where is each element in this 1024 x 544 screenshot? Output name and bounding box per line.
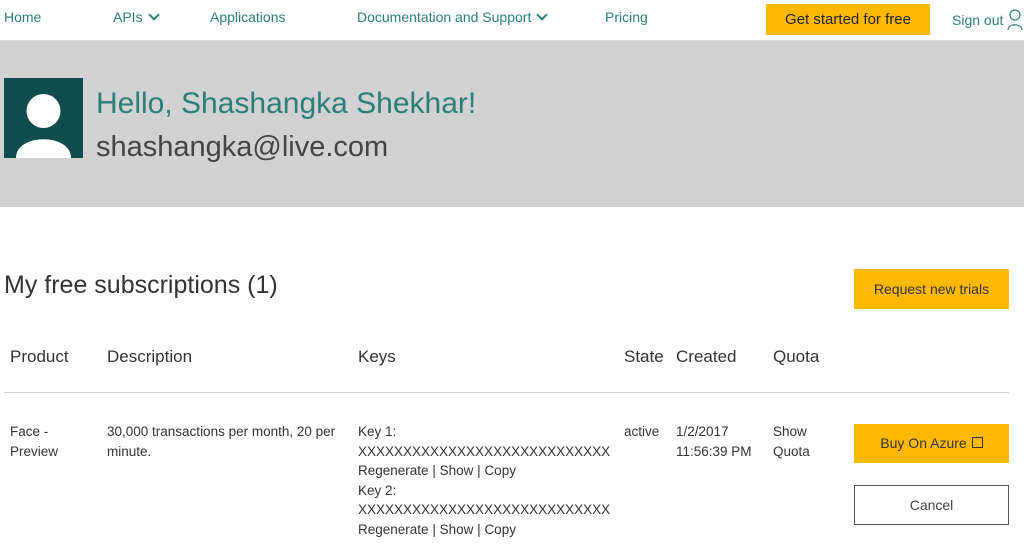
- nav-apis[interactable]: APIs: [113, 9, 160, 25]
- column-header-description: Description: [107, 347, 193, 366]
- nav-apis-label: APIs: [113, 9, 143, 25]
- nav-pricing[interactable]: Pricing: [605, 9, 648, 25]
- avatar: [4, 78, 83, 158]
- show-quota-link[interactable]: Show Quota: [773, 422, 828, 461]
- chevron-down-icon: [147, 9, 160, 21]
- separator: |: [432, 521, 436, 537]
- cell-description: 30,000 transactions per month, 20 per mi…: [107, 424, 336, 459]
- key2-regenerate-link[interactable]: Regenerate: [358, 522, 429, 537]
- column-header-created: Created: [676, 347, 737, 366]
- buy-on-azure-button[interactable]: Buy On Azure: [854, 424, 1009, 463]
- nav-documentation[interactable]: Documentation and Support: [357, 9, 549, 25]
- profile-banner: Hello, Shashangka Shekhar! shashangka@li…: [0, 41, 1024, 207]
- user-email: shashangka@live.com: [96, 131, 389, 163]
- key1-regenerate-link[interactable]: Regenerate: [358, 463, 429, 478]
- person-icon[interactable]: [1007, 9, 1023, 31]
- key2-label: Key 2:: [358, 482, 397, 498]
- cell-created: 1/2/2017 11:56:39 PM: [676, 424, 752, 459]
- get-started-button[interactable]: Get started for free: [766, 4, 930, 35]
- separator: |: [477, 463, 481, 478]
- external-link-icon: [971, 437, 983, 448]
- greeting: Hello, Shashangka Shekhar!: [96, 87, 477, 120]
- buy-on-azure-label: Buy On Azure: [880, 435, 967, 451]
- cell-product: Face - Preview: [10, 424, 59, 459]
- column-header-keys: Keys: [358, 347, 396, 366]
- column-header-state: State: [624, 347, 664, 366]
- cancel-button[interactable]: Cancel: [854, 485, 1009, 525]
- separator: |: [477, 521, 481, 537]
- key1-copy-link[interactable]: Copy: [484, 463, 516, 478]
- key1-actions: Regenerate | Show | Copy: [358, 461, 610, 481]
- key2-value: XXXXXXXXXXXXXXXXXXXXXXXXXXXX: [358, 502, 611, 517]
- column-header-quota: Quota: [773, 347, 820, 366]
- key1-label: Key 1:: [358, 424, 397, 439]
- subscriptions-title: My free subscriptions (1): [4, 271, 278, 299]
- cell-keys: Key 1: XXXXXXXXXXXXXXXXXXXXXXXXXXXX Rege…: [358, 422, 610, 539]
- chevron-down-icon: [536, 9, 549, 21]
- key2-actions: Regenerate | Show | Copy: [358, 520, 610, 540]
- cell-state: active: [624, 424, 660, 439]
- sign-out-link[interactable]: Sign out: [952, 12, 1003, 28]
- key2-copy-link[interactable]: Copy: [484, 522, 516, 537]
- key1-value: XXXXXXXXXXXXXXXXXXXXXXXXXXXX: [358, 443, 611, 459]
- top-nav: Home APIs Applications Documentation and…: [0, 0, 1024, 41]
- nav-docs-label: Documentation and Support: [357, 9, 532, 25]
- table-divider: [4, 392, 1009, 393]
- nav-home[interactable]: Home: [4, 9, 41, 25]
- key2-show-link[interactable]: Show: [440, 522, 474, 537]
- avatar-icon: [16, 94, 71, 158]
- nav-applications[interactable]: Applications: [210, 9, 286, 25]
- separator: |: [432, 463, 436, 478]
- column-header-product: Product: [10, 347, 69, 366]
- request-new-trials-button[interactable]: Request new trials: [854, 269, 1009, 309]
- key1-show-link[interactable]: Show: [440, 463, 474, 478]
